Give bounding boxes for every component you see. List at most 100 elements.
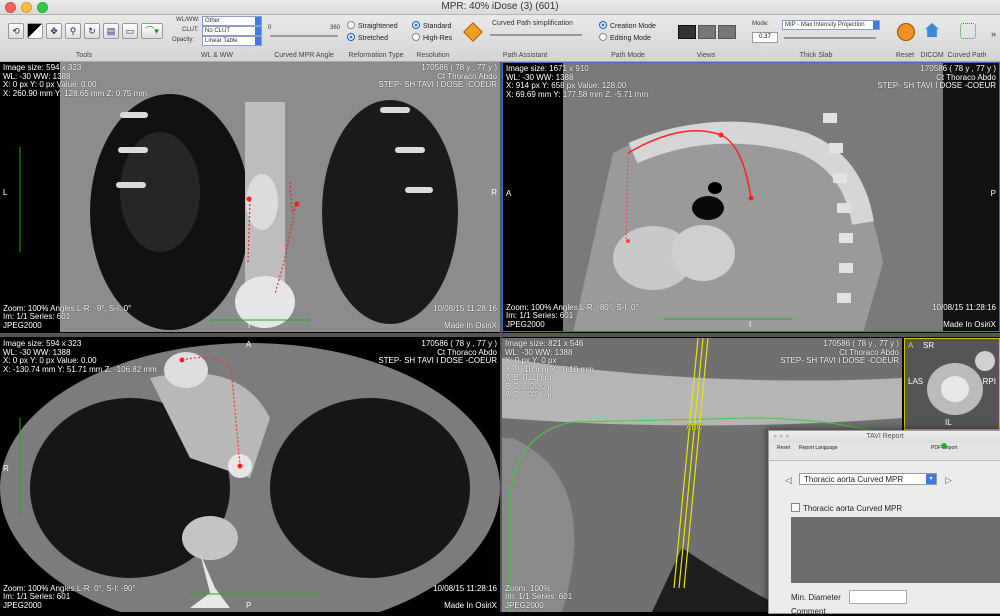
- coronal-info-bottom-right: 10/08/15 11:28:16 Made In OsiriX: [433, 303, 497, 330]
- sagittal-info-bottom-right: 10/08/15 11:28:16 Made In OsiriX: [932, 302, 996, 329]
- creation-mode-radio[interactable]: Creation Mode: [599, 21, 656, 30]
- window-controls: [5, 2, 48, 13]
- axial-orient-left: R: [3, 464, 9, 473]
- axial-info-top-right: 170586 ( 78 y , 77 y ) Ct Thoraco Abdo STE…: [378, 339, 497, 365]
- curved-angle-slider[interactable]: [270, 35, 338, 37]
- sagittal-info-bottom-left: Zoom: 100% Angles L-R: -80°, S-I: 0° Im: …: [506, 302, 639, 329]
- path-mode-group: Creation Mode Editing Mode Path Mode: [596, 15, 660, 61]
- thumb-label-a: A: [908, 341, 914, 350]
- slab-thickness-field[interactable]: 0.37: [752, 32, 778, 43]
- reset-icon[interactable]: [897, 23, 915, 41]
- editing-mode-radio[interactable]: Editing Mode: [599, 33, 651, 42]
- axial-image: [0, 343, 500, 612]
- wlww-tool-icon[interactable]: [27, 23, 43, 39]
- coronal-orient-right: R: [491, 188, 497, 197]
- sagittal-orient-bottom: I: [749, 320, 752, 329]
- sagittal-orient-right: P: [990, 189, 996, 198]
- curved-angle-label: Curved MPR Angle: [274, 52, 334, 59]
- tavi-reset-button[interactable]: Reset: [777, 445, 790, 451]
- dicom-export-icon[interactable]: [925, 23, 939, 37]
- curved-info-top-right: 170586 ( 78 y , 77 y ) Ct Thoraco Abdo STE…: [780, 339, 899, 365]
- view-layout-quad-icon[interactable]: [678, 25, 696, 39]
- tavi-next-arrow-icon[interactable]: ▷: [945, 475, 952, 486]
- resolution-group: Standard High-Res Resolution: [410, 15, 456, 61]
- dropdown-chevron-icon: ▾: [926, 474, 936, 484]
- dicom-group[interactable]: DICOM: [918, 15, 946, 61]
- move-tool-icon[interactable]: ✥: [46, 23, 62, 39]
- wlww-group: WL/WW: Other CLUT: No CLUT Opacity: Line…: [170, 15, 264, 61]
- 3d-rotate-tool-icon[interactable]: ⟲: [8, 23, 24, 39]
- standard-radio[interactable]: Standard: [412, 21, 451, 30]
- tavi-language-button[interactable]: Report Language: [799, 445, 838, 451]
- slab-mode-select[interactable]: MIP - Max Intensity Projection: [782, 20, 880, 30]
- reset-group[interactable]: Reset: [892, 15, 918, 61]
- toolbar-overflow-icon[interactable]: »: [991, 29, 996, 39]
- wlww-select[interactable]: Other: [202, 16, 262, 26]
- view-layout-triple-icon[interactable]: [698, 25, 716, 39]
- curved-path-tool-icon[interactable]: ⌒▾: [141, 23, 163, 39]
- opacity-select[interactable]: Linear Table: [202, 36, 262, 46]
- coronal-info-bottom-left: Zoom: 100% Angles L-R: -9°, S-I: 0° Im: 1…: [3, 303, 132, 330]
- straightened-radio[interactable]: Straightened: [347, 21, 398, 30]
- axial-info-bottom-left: Zoom: 100% Angles L-R: 0°, S-I: -90° Im: …: [3, 583, 136, 610]
- tavi-window-controls[interactable]: ● ● ●: [773, 431, 790, 443]
- axial-info-bottom-right: 10/08/15 11:28:16 Made In OsiriX: [433, 583, 497, 610]
- zoom-window-button[interactable]: [37, 2, 48, 13]
- tavi-preview-image: [791, 517, 1000, 583]
- curved-path-icon[interactable]: [960, 23, 976, 39]
- slab-mode-label: Mode:: [752, 21, 769, 27]
- min-diameter-field[interactable]: [849, 590, 907, 604]
- path-simplification-slider[interactable]: [490, 34, 582, 36]
- dicom-label: DICOM: [920, 52, 944, 59]
- path-assistant-label: Path Assistant: [502, 52, 548, 59]
- clut-select[interactable]: No CLUT: [202, 26, 262, 36]
- min-diameter-label: Min. Diameter: [791, 593, 841, 602]
- curved-abc-marker: ABC: [686, 423, 703, 432]
- angle-max-label: 360: [329, 25, 340, 31]
- curved-info-bottom-left: Zoom: 100% Im: 1/1 Series: 601 JPEG2000: [505, 583, 573, 610]
- thumb-label-il: IL: [945, 418, 952, 427]
- stretched-radio[interactable]: Stretched: [347, 33, 388, 42]
- tavi-series-dropdown[interactable]: Thoracic aorta Curved MPR ▾: [799, 473, 937, 485]
- camera-tool-icon[interactable]: ▭: [122, 23, 138, 39]
- path-assistant-group: Curved Path simplification Path Assistan…: [460, 15, 590, 61]
- thumb-label-las: LAS: [908, 377, 924, 386]
- sagittal-info-top-right: 170586 ( 78 y , 77 y ) Ct Thoraco Abdo STE…: [877, 64, 996, 90]
- aortic-root-thumbnail[interactable]: A SR LAS RPI IL: [904, 338, 1000, 430]
- coronal-orient-left: L: [3, 188, 8, 197]
- path-simplification-label: Curved Path simplification: [492, 20, 573, 27]
- curved-angle-group: 0 360 Curved MPR Angle: [266, 15, 342, 61]
- thumb-label-sr: SR: [923, 341, 935, 350]
- reset-label: Reset: [895, 52, 915, 59]
- scroll-tool-icon[interactable]: ▤: [103, 23, 119, 39]
- rotate-tool-icon[interactable]: ↻: [84, 23, 100, 39]
- sagittal-info-top-left: Image size: 1671 x 910 WL: -30 WW: 1388 X:…: [506, 64, 649, 99]
- path-mode-label: Path Mode: [611, 52, 645, 59]
- coronal-viewport[interactable]: Image size: 594 x 323 WL: -30 WW: 1388 X: …: [0, 62, 500, 332]
- axial-info-top-left: Image size: 594 x 323 WL: -30 WW: 1388 X: …: [3, 339, 157, 374]
- axial-viewport[interactable]: Image size: 594 x 323 WL: -30 WW: 1388 X: …: [0, 338, 500, 612]
- high-res-radio[interactable]: High-Res: [412, 33, 452, 42]
- window-titlebar: MPR: 40% iDose (3) (601): [0, 0, 1000, 15]
- views-label: Views: [696, 52, 716, 59]
- resolution-label: Resolution: [416, 52, 450, 59]
- close-window-button[interactable]: [5, 2, 16, 13]
- tools-group: ⟲ ✥ ⚲ ↻ ▤ ▭ ⌒▾ Tools: [0, 15, 168, 61]
- minimize-window-button[interactable]: [21, 2, 32, 13]
- sagittal-viewport[interactable]: Image size: 1671 x 910 WL: -30 WW: 1388 X:…: [502, 62, 1000, 332]
- zoom-tool-icon[interactable]: ⚲: [65, 23, 81, 39]
- checkbox-icon: [791, 503, 800, 512]
- slab-thickness-slider[interactable]: [784, 37, 876, 39]
- curved-path-label: Curved Path: [947, 52, 987, 59]
- curved-path-group[interactable]: Curved Path: [946, 15, 988, 61]
- tavi-report-title: TAVI Report: [866, 433, 904, 440]
- tavi-prev-arrow-icon[interactable]: ◁: [785, 475, 792, 486]
- path-assistant-icon[interactable]: [463, 22, 483, 42]
- tavi-series-checkbox[interactable]: Thoracic aorta Curved MPR: [791, 503, 902, 513]
- coronal-orient-bottom: I: [248, 321, 251, 330]
- view-layout-single-icon[interactable]: [718, 25, 736, 39]
- axial-orient-bottom: P: [246, 601, 252, 610]
- coronal-image: [19, 62, 500, 332]
- wlww-group-label: WL & WW: [200, 52, 233, 59]
- thick-slab-group: Mode: MIP - Max Intensity Projection 0.3…: [750, 15, 882, 61]
